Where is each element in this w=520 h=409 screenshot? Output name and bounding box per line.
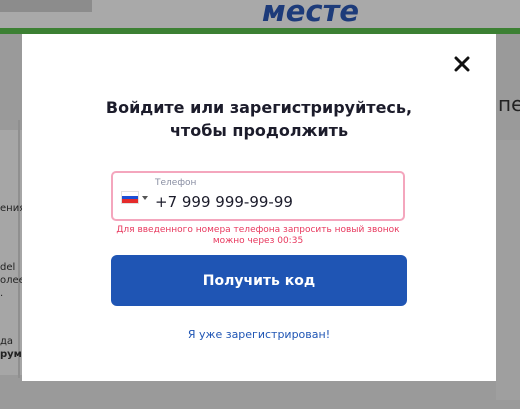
already-registered-link[interactable]: Я уже зарегистрирован!	[22, 328, 496, 341]
background-image-strip	[0, 0, 92, 12]
close-button[interactable]	[450, 52, 474, 76]
country-select[interactable]	[121, 191, 148, 204]
ru-flag-icon	[121, 191, 139, 204]
background-right-panel	[496, 140, 520, 400]
background-left-text: олее	[0, 275, 22, 286]
resend-error-message: Для введенного номера телефона запросить…	[116, 225, 400, 246]
modal-title-line: чтобы продолжить	[169, 121, 349, 140]
background-left-text: del	[0, 262, 16, 273]
chevron-down-icon	[142, 195, 148, 200]
modal-title-line: Войдите или зарегистрируйтесь,	[105, 98, 413, 117]
phone-input[interactable]	[155, 193, 385, 211]
background-left-text: рум	[0, 349, 22, 360]
get-code-button[interactable]: Получить код	[111, 255, 407, 306]
background-left-text: ения	[0, 203, 22, 214]
background-left-text: да	[0, 336, 14, 347]
modal-title: Войдите или зарегистрируйтесь, чтобы про…	[22, 96, 496, 142]
phone-field[interactable]: Телефон	[111, 171, 405, 221]
phone-label: Телефон	[155, 178, 197, 188]
background-heading: месте	[262, 0, 360, 28]
close-icon	[454, 56, 470, 72]
background-right-text: пер	[498, 92, 520, 116]
background-left-text: .	[0, 288, 4, 299]
login-modal: Войдите или зарегистрируйтесь, чтобы про…	[22, 34, 496, 381]
